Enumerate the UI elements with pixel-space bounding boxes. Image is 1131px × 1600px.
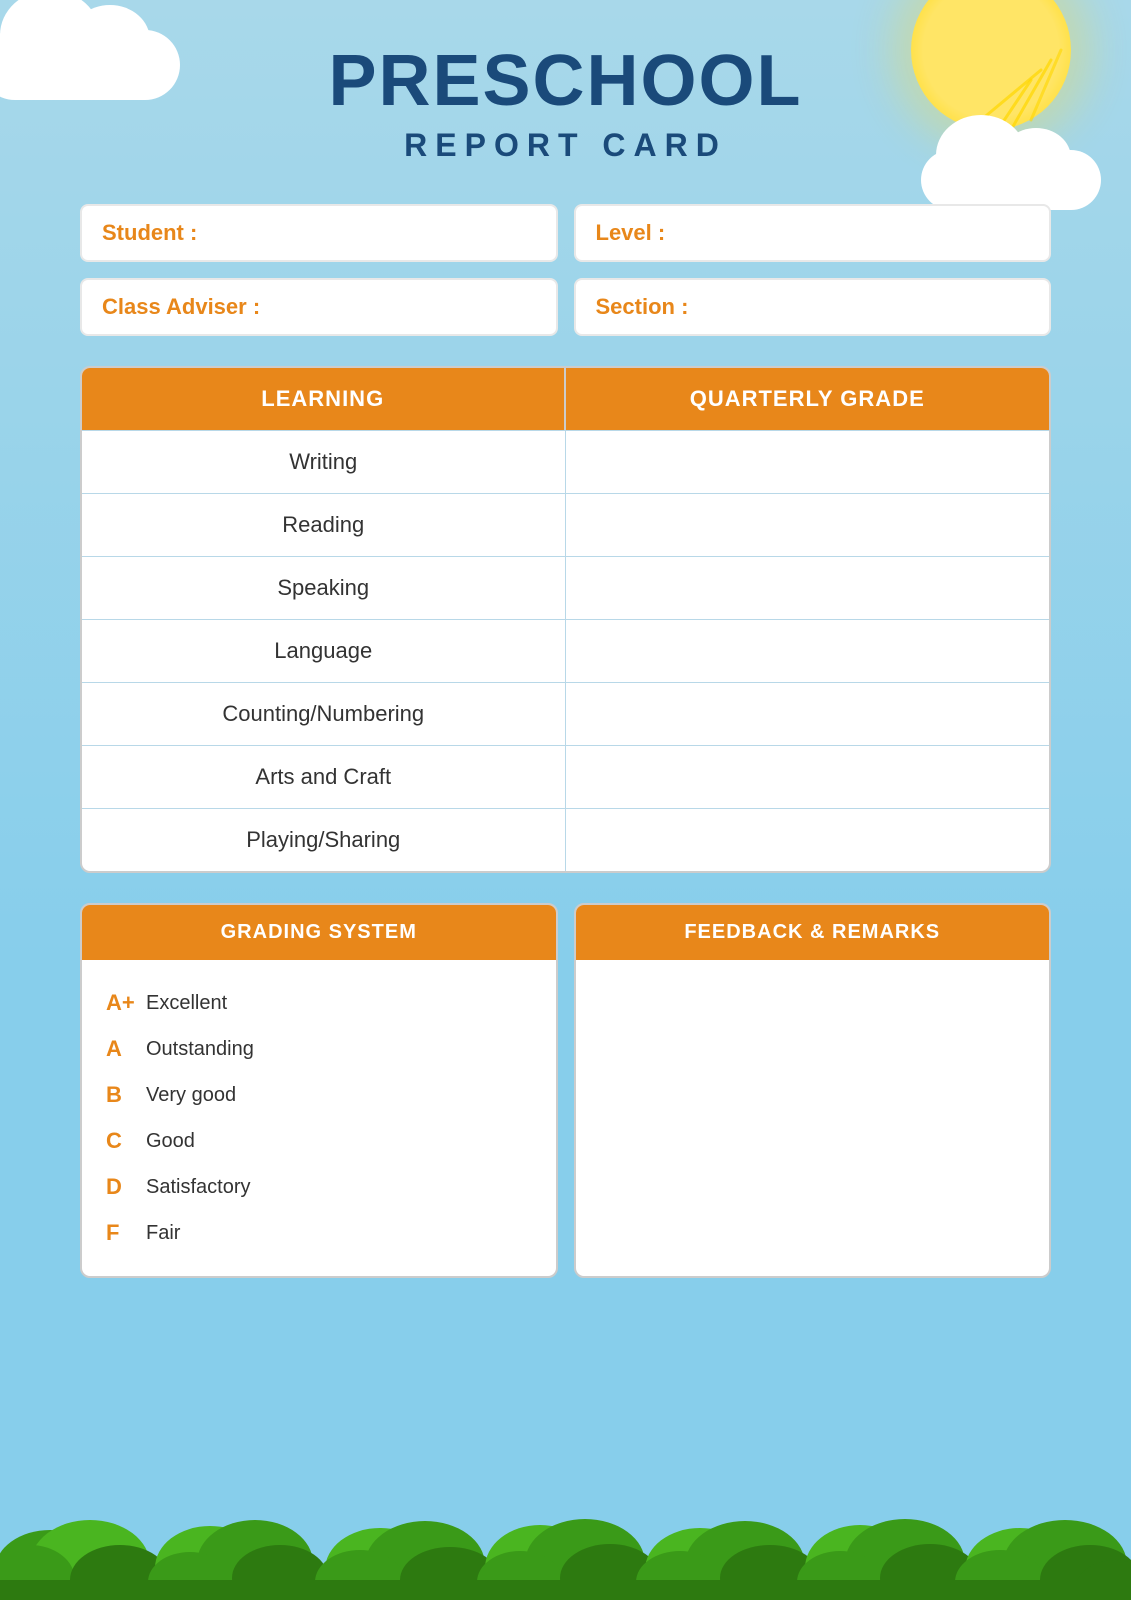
grade-description: Fair — [146, 1222, 180, 1245]
grade-letter: C — [106, 1128, 146, 1154]
table-header: LEARNING QUARTERLY GRADE — [82, 368, 1049, 430]
subject-cell: Arts and Craft — [82, 746, 566, 808]
subject-cell: Playing/Sharing — [82, 809, 566, 871]
subject-cell: Language — [82, 620, 566, 682]
bottom-grid: GRADING SYSTEM A+ Excellent A Outstandin… — [80, 903, 1051, 1278]
grade-row: C Good — [106, 1118, 532, 1164]
student-field: Student : — [80, 204, 558, 262]
grade-letter: F — [106, 1220, 146, 1246]
adviser-label: Class Adviser : — [102, 294, 260, 320]
grade-row: B Very good — [106, 1072, 532, 1118]
table-body: Writing Reading Speaking Language Counti… — [82, 430, 1049, 871]
grade-cell — [566, 494, 1050, 556]
grade-description: Outstanding — [146, 1038, 254, 1061]
learning-header: LEARNING — [82, 368, 566, 430]
grade-header: QUARTERLY GRADE — [566, 368, 1050, 430]
table-row: Writing — [82, 430, 1049, 493]
grade-row: D Satisfactory — [106, 1164, 532, 1210]
bushes-decoration — [0, 1470, 1131, 1600]
level-label: Level : — [596, 220, 666, 246]
grading-header: GRADING SYSTEM — [82, 905, 556, 960]
feedback-header: FEEDBACK & REMARKS — [576, 905, 1050, 960]
grade-row: A+ Excellent — [106, 980, 532, 1026]
sub-title: REPORT CARD — [80, 127, 1051, 164]
grade-cell — [566, 746, 1050, 808]
table-row: Counting/Numbering — [82, 682, 1049, 745]
subject-cell: Speaking — [82, 557, 566, 619]
table-row: Language — [82, 619, 1049, 682]
info-grid: Student : Level : Class Adviser : Sectio… — [80, 204, 1051, 336]
table-row: Reading — [82, 493, 1049, 556]
title-section: PRESCHOOL REPORT CARD — [80, 40, 1051, 164]
grade-letter: A — [106, 1036, 146, 1062]
section-field: Section : — [574, 278, 1052, 336]
grade-row: F Fair — [106, 1210, 532, 1256]
main-title: PRESCHOOL — [80, 40, 1051, 122]
grade-cell — [566, 683, 1050, 745]
table-row: Arts and Craft — [82, 745, 1049, 808]
table-row: Playing/Sharing — [82, 808, 1049, 871]
subject-cell: Counting/Numbering — [82, 683, 566, 745]
section-label: Section : — [596, 294, 689, 320]
grade-description: Excellent — [146, 992, 227, 1015]
learning-table: LEARNING QUARTERLY GRADE Writing Reading… — [80, 366, 1051, 873]
grade-letter: A+ — [106, 990, 146, 1016]
feedback-content — [576, 960, 1050, 1210]
subject-cell: Reading — [82, 494, 566, 556]
grade-cell — [566, 431, 1050, 493]
grade-letter: D — [106, 1174, 146, 1200]
grade-description: Satisfactory — [146, 1176, 250, 1199]
grade-description: Good — [146, 1130, 195, 1153]
grade-letter: B — [106, 1082, 146, 1108]
feedback-box: FEEDBACK & REMARKS — [574, 903, 1052, 1278]
level-field: Level : — [574, 204, 1052, 262]
grade-description: Very good — [146, 1084, 236, 1107]
grade-row: A Outstanding — [106, 1026, 532, 1072]
adviser-field: Class Adviser : — [80, 278, 558, 336]
grading-content: A+ Excellent A Outstanding B Very good C… — [82, 960, 556, 1276]
student-label: Student : — [102, 220, 197, 246]
subject-cell: Writing — [82, 431, 566, 493]
table-row: Speaking — [82, 556, 1049, 619]
grade-cell — [566, 620, 1050, 682]
grade-cell — [566, 557, 1050, 619]
grade-cell — [566, 809, 1050, 871]
grading-box: GRADING SYSTEM A+ Excellent A Outstandin… — [80, 903, 558, 1278]
